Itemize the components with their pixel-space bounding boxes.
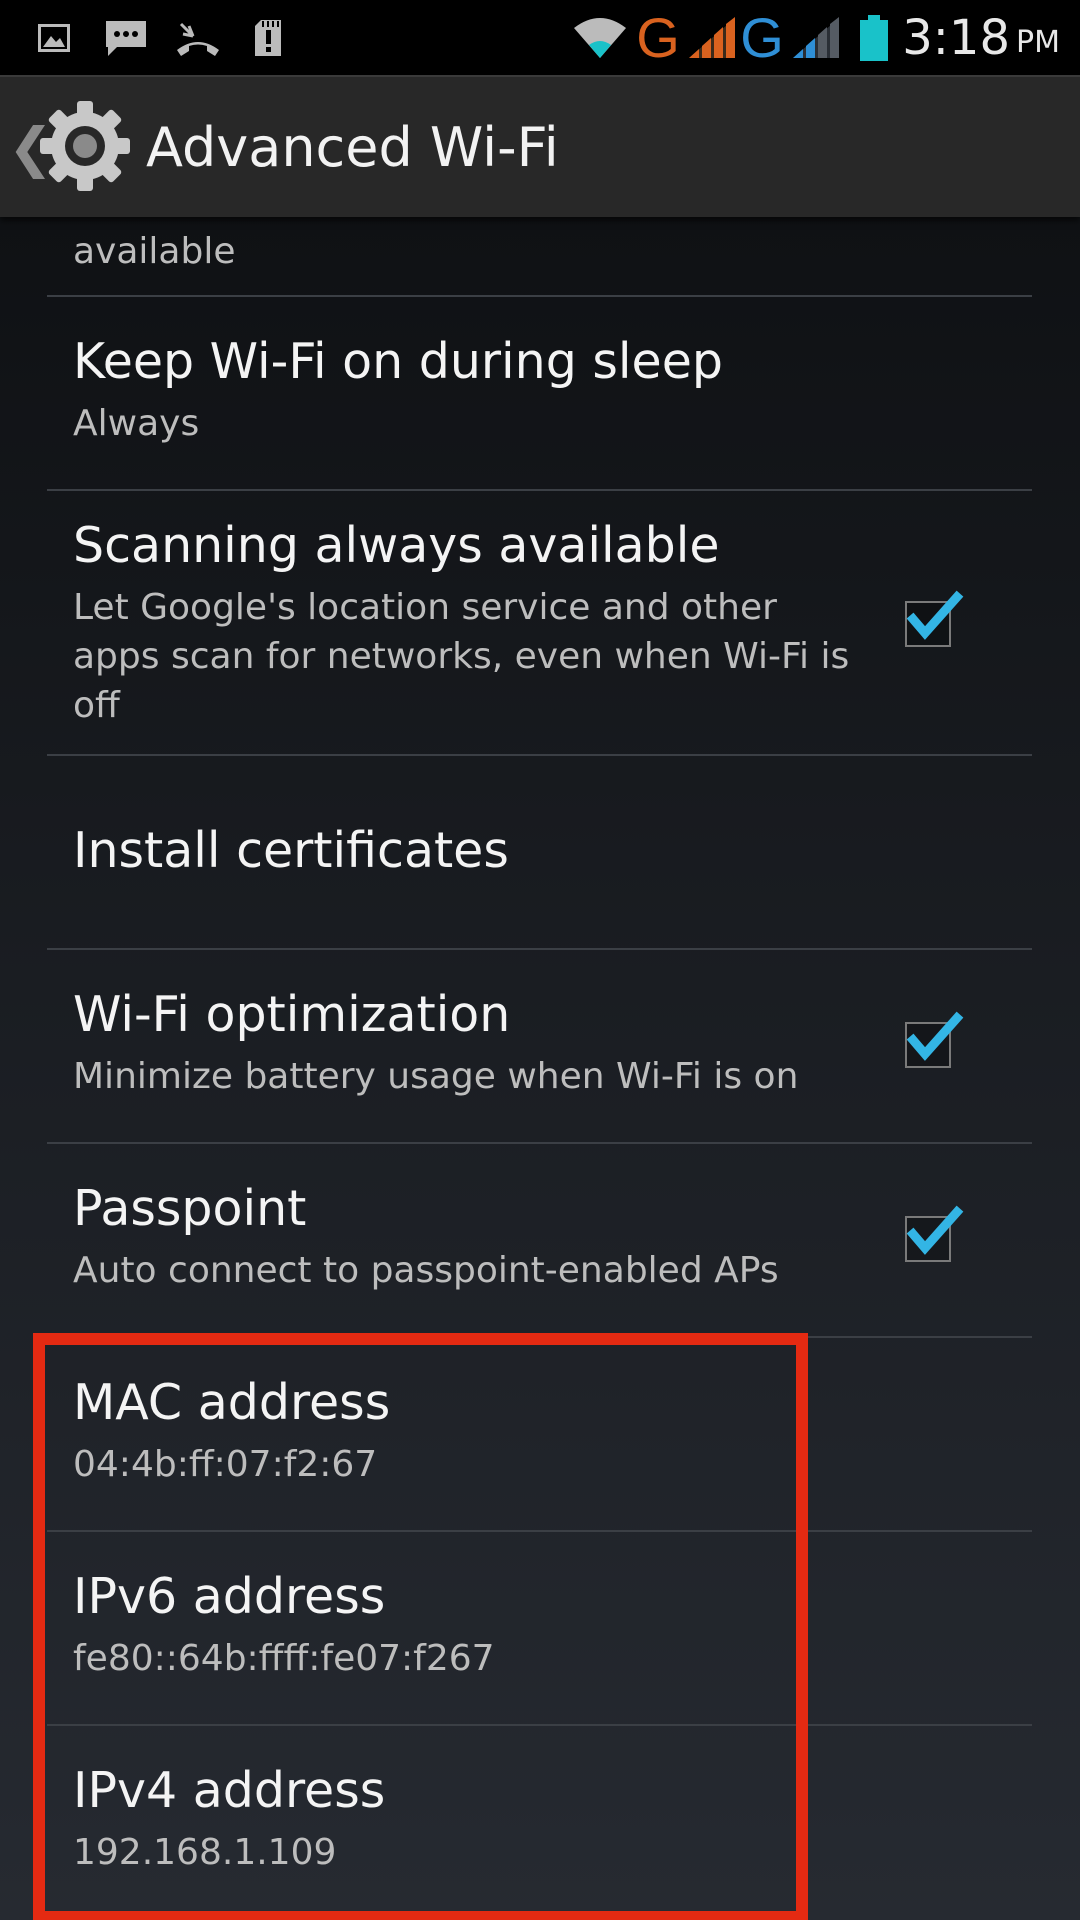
ipv6-address-value: fe80::64b:ffff:fe07:f267 (73, 1638, 495, 1679)
pref-install-certificates[interactable]: Install certificates (0, 756, 1080, 948)
status-bar: G G 3:18 PM (0, 0, 1080, 75)
clock-ampm: PM (1016, 25, 1060, 60)
ipv4-address-value: 192.168.1.109 (73, 1832, 337, 1873)
pref-wifi-optimization[interactable]: Wi-Fi optimization Minimize battery usag… (0, 950, 1080, 1142)
pref-summary: Auto connect to passpoint-enabled APs (73, 1250, 779, 1291)
pref-ipv4-address[interactable]: IPv4 address 192.168.1.109 (0, 1726, 1080, 1920)
preference-list[interactable]: available Keep Wi-Fi on during sleep Alw… (0, 217, 1080, 1920)
pref-summary: Always (73, 403, 200, 444)
pref-passpoint[interactable]: Passpoint Auto connect to passpoint-enab… (0, 1144, 1080, 1336)
signal-icon-sim2 (790, 0, 842, 75)
mac-address-value: 04:4b:ff:07:f2:67 (73, 1444, 378, 1485)
pref-title: Keep Wi-Fi on during sleep (73, 333, 723, 390)
pref-summary: Let Google's location service and other … (73, 587, 850, 726)
network-type-g-2: G (740, 5, 784, 69)
passpoint-checkbox[interactable] (905, 1205, 964, 1262)
pref-title: Install certificates (73, 822, 509, 879)
scanning-checkbox[interactable] (905, 590, 964, 647)
gallery-icon (36, 0, 72, 75)
clock-time: 3:18 (902, 9, 1011, 66)
checkmark-icon (906, 1205, 964, 1255)
checkmark-icon (906, 1011, 964, 1061)
wifi-optimization-checkbox[interactable] (905, 1011, 964, 1068)
network-type-g-1: G (636, 5, 680, 69)
pref-title: IPv6 address (73, 1568, 386, 1625)
pref-ipv6-address[interactable]: IPv6 address fe80::64b:ffff:fe07:f267 (0, 1532, 1080, 1724)
settings-gear-icon[interactable] (38, 99, 132, 193)
message-icon (102, 0, 150, 75)
pref-title: MAC address (73, 1374, 391, 1431)
wifi-icon (572, 0, 628, 75)
pref-keep-wifi-on-during-sleep[interactable]: Keep Wi-Fi on during sleep Always (0, 297, 1080, 489)
pref-summary: Minimize battery usage when Wi-Fi is on (73, 1056, 799, 1097)
pref-scanning-always-available[interactable]: Scanning always available Let Google's l… (0, 491, 1080, 753)
checkmark-icon (906, 590, 964, 640)
clock: 3:18 PM (902, 0, 1060, 75)
pref-title: IPv4 address (73, 1762, 386, 1819)
pref-title: Wi-Fi optimization (73, 986, 511, 1043)
action-bar: ❮ Advanced Wi-Fi (0, 75, 1080, 217)
page-title: Advanced Wi-Fi (146, 115, 559, 179)
sd-card-alert-icon (252, 0, 284, 75)
pref-partial-summary: available (73, 231, 236, 272)
pref-partial-item[interactable]: available (0, 217, 1080, 295)
signal-icon-sim1 (686, 0, 738, 75)
battery-icon (858, 0, 890, 75)
missed-call-icon (174, 0, 222, 75)
pref-title: Passpoint (73, 1180, 307, 1237)
pref-title: Scanning always available (73, 517, 720, 574)
pref-mac-address[interactable]: MAC address 04:4b:ff:07:f2:67 (0, 1338, 1080, 1530)
